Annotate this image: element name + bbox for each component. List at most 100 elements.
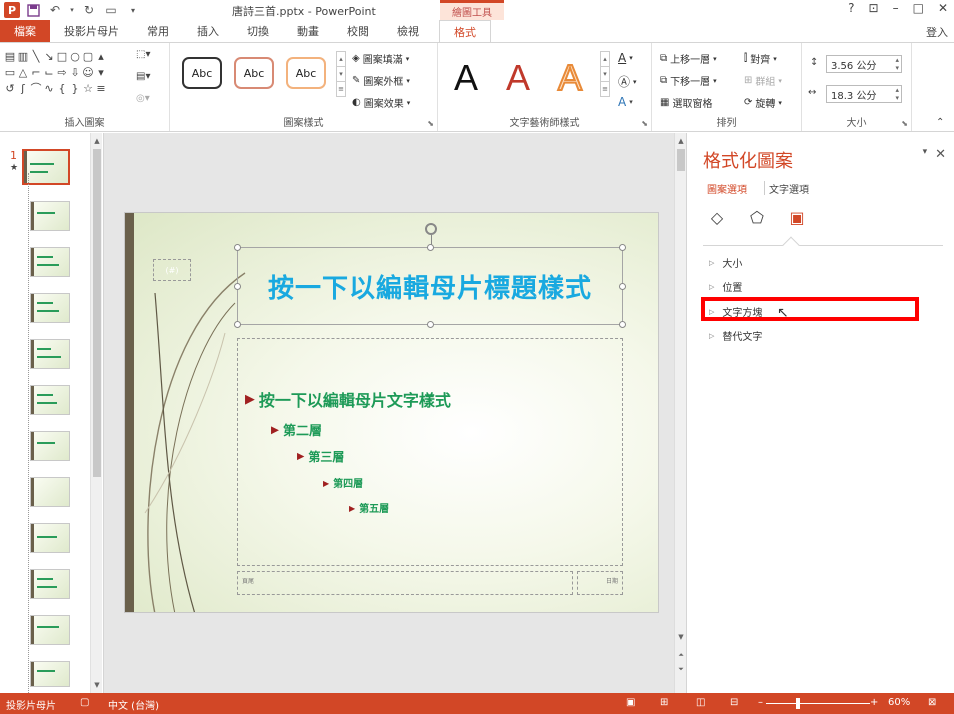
ribbon-display-icon[interactable]: ⊡ (869, 1, 879, 15)
slide-thumbnail-layout[interactable] (30, 431, 70, 461)
slide-thumbnail-layout[interactable] (30, 293, 70, 323)
more-styles-icon[interactable]: ≡ (337, 82, 345, 96)
tab-slide-master[interactable]: 投影片母片 (50, 20, 133, 42)
slide-thumbnail-layout[interactable] (30, 523, 70, 553)
start-slideshow-icon[interactable]: ▭ (102, 1, 120, 19)
selection-pane-button[interactable]: ▦ 選取窗格 (660, 95, 712, 110)
scroll-down-arrow-icon[interactable]: ▼ (91, 679, 103, 691)
zoom-in-icon[interactable]: + (870, 697, 878, 708)
shape-styles-launcher-icon[interactable]: ⬊ (427, 119, 434, 128)
sign-in-link[interactable]: 登入 (926, 24, 948, 40)
footer-placeholder[interactable]: 頁尾 (237, 571, 573, 595)
shape-width-input[interactable]: 18.3 公分 ▴ ▾ (826, 85, 902, 103)
thumbnail-scroll-thumb[interactable] (93, 149, 101, 477)
minimize-icon[interactable]: – (893, 1, 899, 15)
fill-line-icon[interactable]: ◇ (707, 207, 727, 227)
gallery-down-icon[interactable]: ▾ (95, 65, 107, 79)
rotation-handle[interactable] (425, 223, 437, 235)
shapes-gallery[interactable]: ▤ ▥ ╲ ↘ □ ○ ▢ ▴ ▭ △ ⌐ ⌙ ⇨ ⇩ ☺ ▾ ↺ ʃ ⌒ ∿ … (4, 49, 118, 96)
pane-options-icon[interactable]: ▾ (923, 147, 928, 162)
shape-style-dark[interactable]: Abc (182, 57, 222, 89)
tab-format[interactable]: 格式 (439, 20, 491, 42)
arrow-line-shape-icon[interactable]: ↘ (43, 49, 55, 63)
resize-handle-tl[interactable] (234, 244, 241, 251)
scroll-up-icon[interactable]: ▴ (601, 52, 609, 67)
gallery-more-icon[interactable]: ≡ (95, 81, 107, 95)
bullet-level-4[interactable]: ▶ 第四層 (323, 475, 363, 491)
zoom-slider-track[interactable] (766, 703, 870, 704)
save-icon[interactable] (24, 1, 42, 19)
textbox-shape-icon[interactable]: ▤ (4, 49, 16, 63)
slide-master-canvas[interactable]: (#) 按一下以編輯母片標題樣式 ▶ 按一下以編輯母片文字樣式 ▶ 第二層 ▶ 第三層… (124, 212, 659, 613)
shape-outline-button[interactable]: ✎ 圖案外框 ▾ (352, 73, 410, 88)
fit-to-window-icon[interactable]: ⊠ (928, 697, 936, 708)
title-text[interactable]: 按一下以編輯母片標題樣式 (268, 268, 592, 305)
language-indicator[interactable]: 中文 (台灣) (108, 697, 159, 712)
text-fill-button[interactable]: A ▾ (618, 51, 633, 65)
down-arrow-shape-icon[interactable]: ⇩ (69, 65, 81, 79)
line-shape-icon[interactable]: ╲ (30, 49, 42, 63)
merge-shapes-icon[interactable]: ◎▾ (136, 93, 150, 104)
slide-thumbnail-layout[interactable] (30, 201, 70, 231)
wordart-red[interactable]: A (506, 57, 530, 99)
tab-file[interactable]: 檔案 (0, 20, 50, 42)
wordart-orange-outline[interactable]: A (557, 56, 583, 99)
date-placeholder[interactable]: (#) (153, 259, 191, 281)
scroll-down-icon[interactable]: ▾ (337, 67, 345, 82)
edit-shape-icon[interactable]: ⬚▾ (136, 49, 150, 60)
zoom-out-icon[interactable]: – (758, 697, 763, 708)
editor-scroll-thumb[interactable] (677, 149, 685, 171)
slide-thumbnail-layout[interactable] (30, 385, 70, 415)
triangle-shape-icon[interactable]: △ (17, 65, 29, 79)
body-placeholder[interactable] (237, 338, 623, 566)
resize-handle-tr[interactable] (619, 244, 626, 251)
resize-handle-br[interactable] (619, 321, 626, 328)
left-brace-shape-icon[interactable]: { (56, 81, 68, 95)
scroll-up-arrow-icon[interactable]: ▲ (91, 135, 103, 147)
size-launcher-icon[interactable]: ⬊ (901, 119, 908, 128)
powerpoint-app-icon[interactable]: P (4, 2, 20, 18)
editor-scrollbar[interactable]: ▲ ▼ ⏶ ⏷ (674, 133, 686, 693)
tab-review[interactable]: 校閱 (333, 20, 383, 42)
shape-effects-button[interactable]: ◐ 圖案效果 ▾ (352, 95, 410, 110)
thumbnail-scrollbar[interactable]: ▲ ▼ (90, 133, 102, 693)
title-placeholder[interactable]: 按一下以編輯母片標題樣式 (234, 244, 626, 328)
close-icon[interactable]: ✕ (938, 1, 948, 15)
resize-handle-bc[interactable] (427, 321, 434, 328)
group-button[interactable]: ⊞ 群組 ▾ (744, 73, 782, 88)
section-position[interactable]: ▷ 位置 (709, 279, 742, 295)
scroll-down-icon[interactable]: ▾ (601, 67, 609, 82)
customize-qat-icon[interactable]: ▾ (124, 1, 142, 19)
reading-view-icon[interactable]: ◫ (696, 697, 705, 708)
bullet-level-2[interactable]: ▶ 第二層 (271, 420, 322, 440)
tab-shape-options[interactable]: 圖案選項 (707, 181, 747, 196)
connector-shape-icon[interactable]: ⌐ (30, 65, 42, 79)
freeform-shape-icon[interactable]: ʃ (17, 81, 29, 95)
slide-thumbnail-layout[interactable] (30, 569, 70, 599)
zoom-level[interactable]: 60% (888, 697, 910, 708)
rect2-shape-icon[interactable]: ▭ (4, 65, 16, 79)
right-arrow-shape-icon[interactable]: ⇨ (56, 65, 68, 79)
slide-thumbnail-layout[interactable] (30, 339, 70, 369)
resize-handle-bl[interactable] (234, 321, 241, 328)
slideshow-icon[interactable]: ⊟ (730, 697, 738, 708)
shape-styles-scroll[interactable]: ▴ ▾ ≡ (336, 51, 346, 97)
height-spinner-icon[interactable]: ▴ ▾ (895, 56, 899, 72)
vertical-textbox-shape-icon[interactable]: ▥ (17, 49, 29, 63)
size-properties-icon[interactable]: ▣ (787, 207, 807, 227)
maximize-icon[interactable]: □ (913, 1, 924, 15)
wordart-scroll[interactable]: ▴ ▾ ≡ (600, 51, 610, 97)
text-effects-button[interactable]: A ▾ (618, 95, 633, 109)
tab-view[interactable]: 檢視 (383, 20, 433, 42)
send-backward-button[interactable]: ⧉ 下移一層 ▾ (660, 73, 717, 88)
gallery-up-icon[interactable]: ▴ (95, 49, 107, 63)
smiley-shape-icon[interactable]: ☺ (82, 65, 94, 79)
tab-text-options[interactable]: 文字選項 (769, 181, 809, 196)
slide-thumbnail-layout[interactable] (30, 661, 70, 687)
right-brace-shape-icon[interactable]: } (69, 81, 81, 95)
resize-handle-tc[interactable] (427, 244, 434, 251)
slide-sorter-icon[interactable]: ⊞ (660, 697, 668, 708)
curve-shape-icon[interactable]: ↺ (4, 81, 16, 95)
slide-thumbnail-layout[interactable] (30, 477, 70, 507)
bullet-level-1[interactable]: ▶ 按一下以編輯母片文字樣式 (245, 387, 451, 411)
